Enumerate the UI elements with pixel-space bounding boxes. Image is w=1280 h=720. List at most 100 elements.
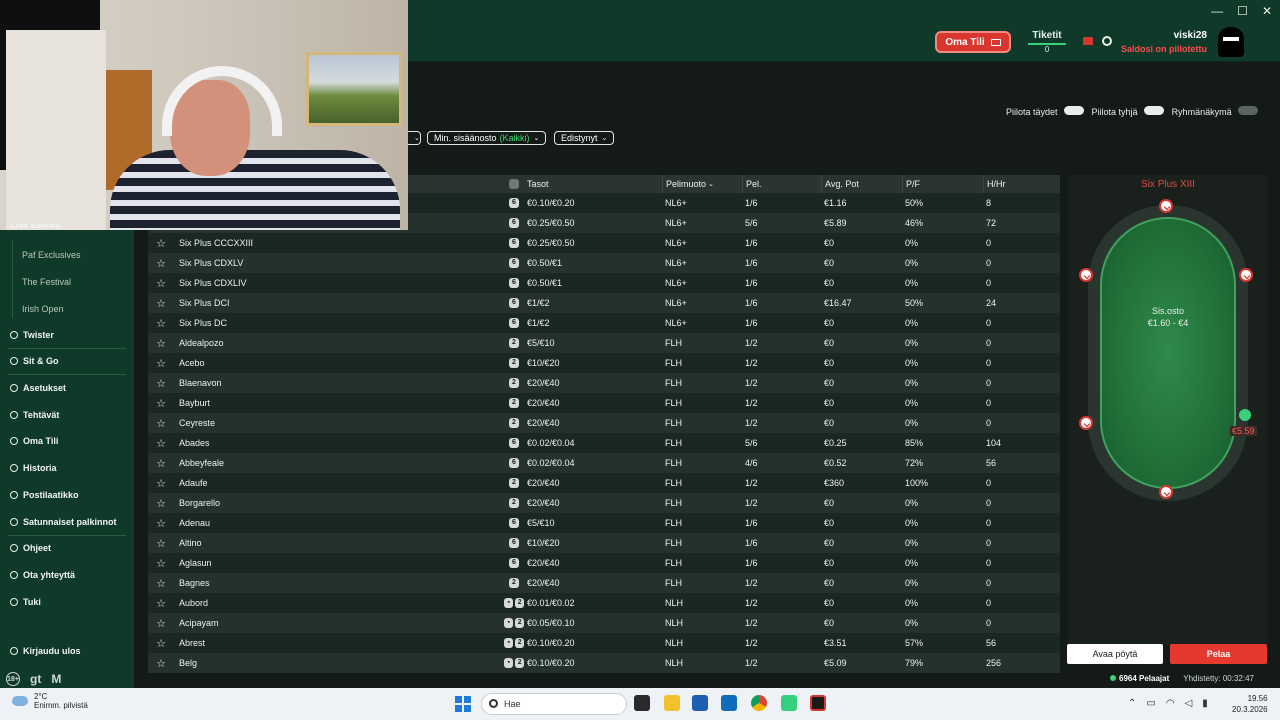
tickets-button[interactable]: Tiketit 0: [1028, 30, 1066, 54]
sidebar-subitem-the-festival[interactable]: The Festival: [22, 277, 71, 287]
favorite-star-icon[interactable]: ☆: [148, 453, 174, 473]
col-avg-pot[interactable]: Avg. Pot: [821, 175, 902, 193]
favorite-star-icon[interactable]: ☆: [148, 273, 174, 293]
sidebar-item-account[interactable]: Oma Tili: [10, 436, 58, 446]
wifi-icon[interactable]: ◠: [1166, 698, 1175, 709]
empty-seat-icon[interactable]: [1239, 268, 1253, 282]
sidebar-item-contact[interactable]: Ota yhteyttä: [10, 570, 75, 580]
toggle-switch[interactable]: [1143, 106, 1164, 115]
chevron-up-icon[interactable]: ⌃: [1128, 698, 1136, 709]
col-players[interactable]: Pel.: [742, 175, 821, 193]
table-row[interactable]: ☆ Acipayam ▪ 2 €0.05/€0.10 NLH 1/2 €0 0% 0: [148, 613, 1060, 633]
favorite-star-icon[interactable]: ☆: [148, 593, 174, 613]
favorite-star-icon[interactable]: ☆: [148, 553, 174, 573]
favorite-star-icon[interactable]: ☆: [148, 293, 174, 313]
table-row[interactable]: ☆ Acebo 2 €10/€20 FLH 1/2 €0 0% 0: [148, 353, 1060, 373]
avatar[interactable]: [1218, 27, 1244, 57]
favorite-star-icon[interactable]: ☆: [148, 253, 174, 273]
battery-icon[interactable]: ▮: [1202, 698, 1208, 709]
toggle-switch[interactable]: [1237, 106, 1258, 115]
col-stakes[interactable]: Tasot: [524, 175, 662, 193]
minimize-button[interactable]: —: [1211, 4, 1223, 18]
empty-seat-icon[interactable]: [1159, 199, 1173, 213]
table-row[interactable]: ☆ Abades 6 €0.02/€0.04 FLH 5/6 €0.25 85% 104: [148, 433, 1060, 453]
sidebar-item-history[interactable]: Historia: [10, 463, 57, 473]
mail-icon[interactable]: [1083, 37, 1093, 45]
favorite-star-icon[interactable]: ☆: [148, 653, 174, 673]
table-row[interactable]: ☆ Altino 6 €10/€20 FLH 1/6 €0 0% 0: [148, 533, 1060, 553]
filter-advanced[interactable]: Edistynyt ⌄: [554, 131, 615, 145]
table-row[interactable]: ☆ Bayburt 2 €20/€40 FLH 1/2 €0 0% 0: [148, 393, 1060, 413]
toggle-switch[interactable]: [1063, 106, 1084, 115]
favorite-star-icon[interactable]: ☆: [148, 633, 174, 653]
close-button[interactable]: ✕: [1262, 4, 1272, 18]
table-row[interactable]: ☆ Six Plus DC 6 €1/€2 NL6+ 1/6 €0 0% 0: [148, 313, 1060, 333]
sidebar-item-help[interactable]: Ohjeet: [10, 543, 51, 553]
table-row[interactable]: ☆ Aglasun 6 €20/€40 FLH 1/6 €0 0% 0: [148, 553, 1060, 573]
sidebar-item-twister[interactable]: Twister: [10, 330, 54, 340]
col-hhr[interactable]: H/Hr: [983, 175, 1060, 193]
favorite-star-icon[interactable]: ☆: [148, 313, 174, 333]
empty-seat-icon[interactable]: [1159, 485, 1173, 499]
toggle-hide-empty[interactable]: Piilota tyhjä: [1092, 106, 1164, 117]
table-row[interactable]: ☆ Six Plus DCI 6 €1/€2 NL6+ 1/6 €16.47 50% 24: [148, 293, 1060, 313]
account-button[interactable]: Oma Tili: [935, 31, 1011, 53]
favorite-star-icon[interactable]: ☆: [148, 493, 174, 513]
table-row[interactable]: ☆ Six Plus CCCXXIII 6 €0.25/€0.50 NL6+ 1/6 €0 0…: [148, 233, 1060, 253]
network-icon[interactable]: ▭: [1146, 698, 1155, 709]
task-view-icon[interactable]: [634, 695, 650, 711]
maximize-button[interactable]: ☐: [1237, 4, 1248, 18]
sidebar-item-sit-go[interactable]: Sit & Go: [10, 356, 59, 366]
favorite-star-icon[interactable]: ☆: [148, 393, 174, 413]
favorite-star-icon[interactable]: ☆: [148, 613, 174, 633]
play-button[interactable]: Pelaa: [1170, 644, 1267, 664]
eye-icon[interactable]: [1102, 36, 1112, 46]
poker-client-icon[interactable]: [810, 695, 826, 711]
volume-icon[interactable]: ◁: [1185, 698, 1193, 709]
sidebar-item-settings[interactable]: Asetukset: [10, 383, 66, 393]
outlook-icon[interactable]: [721, 695, 737, 711]
favorite-star-icon[interactable]: ☆: [148, 373, 174, 393]
windows-start-icon[interactable]: [455, 696, 471, 712]
empty-seat-icon[interactable]: [1079, 416, 1093, 430]
favorite-star-icon[interactable]: ☆: [148, 473, 174, 493]
sidebar-subitem-irish-open[interactable]: Irish Open: [22, 304, 64, 314]
toggle-hide-full[interactable]: Piilota täydet: [1006, 106, 1084, 117]
store-icon[interactable]: [692, 695, 708, 711]
sidebar-item-random-rewards[interactable]: Satunnaiset palkinnot: [10, 517, 117, 527]
taskbar-clock[interactable]: 19.56 20.3.2026: [1232, 693, 1268, 715]
filter-dropdown-partial[interactable]: ⌄: [408, 131, 421, 145]
table-row[interactable]: ☆ Bagnes 2 €20/€40 FLH 1/2 €0 0% 0: [148, 573, 1060, 593]
table-row[interactable]: ☆ Aldealpozo 2 €5/€10 FLH 1/2 €0 0% 0: [148, 333, 1060, 353]
sidebar-subitem-paf-exclusives[interactable]: Paf Exclusives: [22, 250, 81, 260]
table-row[interactable]: ☆ Adaufe 2 €20/€40 FLH 1/2 €360 100% 0: [148, 473, 1060, 493]
favorite-star-icon[interactable]: ☆: [148, 333, 174, 353]
favorite-star-icon[interactable]: ☆: [148, 573, 174, 593]
table-row[interactable]: ☆ Adenau 6 €5/€10 FLH 1/6 €0 0% 0: [148, 513, 1060, 533]
favorite-star-icon[interactable]: ☆: [148, 433, 174, 453]
open-table-button[interactable]: Avaa pöytä: [1067, 644, 1163, 664]
toggle-group-view[interactable]: Ryhmänäkymä: [1172, 106, 1258, 117]
file-explorer-icon[interactable]: [664, 695, 680, 711]
table-row[interactable]: ☆ Six Plus CDXLIV 6 €0.50/€1 NL6+ 1/6 €0 0% 0: [148, 273, 1060, 293]
col-pf[interactable]: P/F: [902, 175, 983, 193]
empty-seat-icon[interactable]: [1079, 268, 1093, 282]
table-row[interactable]: ☆ Blaenavon 2 €20/€40 FLH 1/2 €0 0% 0: [148, 373, 1060, 393]
table-row[interactable]: ☆ Aubord ▪ 2 €0.01/€0.02 NLH 1/2 €0 0% 0: [148, 593, 1060, 613]
filter-min-buyin[interactable]: Min. sisäänosto (Kaikki) ⌄: [427, 131, 547, 145]
app-icon[interactable]: [781, 695, 797, 711]
table-row[interactable]: ☆ Abrest ▪ 2 €0.10/€0.20 NLH 1/2 €3.51 57% 56: [148, 633, 1060, 653]
sidebar-item-support[interactable]: Tuki: [10, 597, 41, 607]
sidebar-item-tasks[interactable]: Tehtävät: [10, 410, 59, 420]
favorite-star-icon[interactable]: ☆: [148, 533, 174, 553]
table-row[interactable]: ☆ Borgarello 2 €20/€40 FLH 1/2 €0 0% 0: [148, 493, 1060, 513]
table-row[interactable]: ☆ Six Plus CDXLV 6 €0.50/€1 NL6+ 1/6 €0 0% 0: [148, 253, 1060, 273]
favorite-star-icon[interactable]: ☆: [148, 513, 174, 533]
table-row[interactable]: ☆ Abbeyfeale 6 €0.02/€0.04 FLH 4/6 €0.52 72% 56: [148, 453, 1060, 473]
col-seats[interactable]: [504, 175, 524, 193]
sidebar-item-logout[interactable]: Kirjaudu ulos: [10, 646, 81, 656]
sidebar-item-mailbox[interactable]: Postilaatikko: [10, 490, 79, 500]
sidebar-item-live-events[interactable]: Live Events: [10, 224, 60, 230]
taskbar-search[interactable]: Hae: [481, 693, 627, 715]
chrome-icon[interactable]: [751, 695, 767, 711]
